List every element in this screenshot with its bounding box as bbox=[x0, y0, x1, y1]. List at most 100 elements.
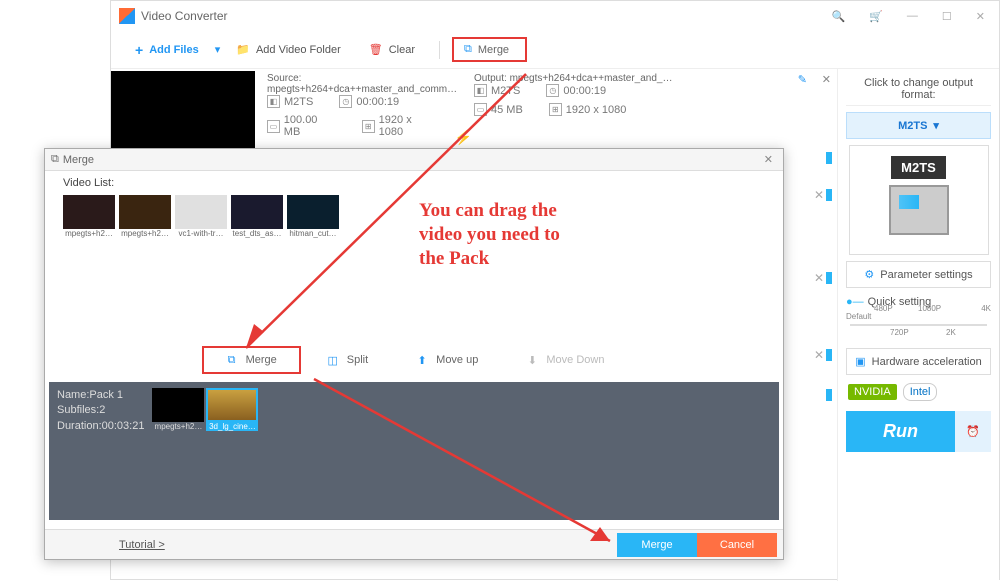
close-button[interactable]: ✕ bbox=[970, 8, 991, 25]
main-toolbar: + Add Files ▾ 📁 Add Video Folder 🗑 Clear… bbox=[111, 31, 999, 69]
search-icon[interactable]: 🔍 bbox=[826, 8, 852, 25]
merge-dialog: ⧉ Merge ✕ Video List: mpegts+h2… mpegts+… bbox=[44, 148, 784, 560]
video-list-item[interactable]: hitman_cut… bbox=[287, 195, 339, 238]
parameter-settings-button[interactable]: ⚙ Parameter settings bbox=[846, 261, 991, 288]
tick-720p: 720P bbox=[890, 328, 909, 337]
format-preview[interactable]: M2TS bbox=[849, 145, 989, 255]
hardware-acceleration-button[interactable]: ▣ Hardware acceleration bbox=[846, 348, 991, 375]
format-selector[interactable]: M2TS ▾ bbox=[846, 112, 991, 139]
source-resolution: 1920 x 1080 bbox=[379, 114, 438, 138]
edit-output-icon[interactable]: ✎ bbox=[798, 73, 807, 86]
clear-button[interactable]: 🗑 Clear bbox=[357, 39, 427, 60]
folder-icon: 📁 bbox=[236, 43, 250, 56]
split-icon: ◫ bbox=[327, 354, 339, 366]
pack-split-label: Split bbox=[347, 354, 368, 366]
video-list-item[interactable]: vc1-with-tr… bbox=[175, 195, 227, 238]
list-stripe bbox=[826, 389, 832, 401]
add-folder-button[interactable]: 📁 Add Video Folder bbox=[224, 39, 353, 60]
merge-icon: ⧉ bbox=[464, 43, 472, 56]
merge-icon: ⧉ bbox=[226, 354, 238, 366]
arrow-down-icon: ⬇ bbox=[526, 354, 538, 366]
pack-drop-area[interactable] bbox=[49, 440, 779, 520]
remove-row-icon[interactable]: ✕ bbox=[814, 271, 824, 285]
remove-row-icon[interactable]: ✕ bbox=[814, 348, 824, 362]
move-down-button[interactable]: ⬇ Move Down bbox=[504, 348, 626, 372]
merge-toolbar: ⧉ Merge ◫ Split ⬆ Move up ⬇ Move Down bbox=[45, 338, 783, 382]
output-resolution: 1920 x 1080 bbox=[566, 104, 627, 116]
schedule-button[interactable]: ⏰ bbox=[955, 411, 991, 452]
arrow-up-icon: ⬆ bbox=[416, 354, 428, 366]
minimize-button[interactable]: — bbox=[901, 8, 924, 24]
output-label: Output: mpegts+h264+dca++master_and_… bbox=[474, 73, 829, 84]
merge-dialog-icon: ⧉ bbox=[51, 153, 59, 166]
add-folder-label: Add Video Folder bbox=[256, 44, 341, 56]
merge-label: Merge bbox=[478, 44, 509, 56]
remove-item-icon[interactable]: ✕ bbox=[822, 73, 831, 86]
remove-row-icon[interactable]: ✕ bbox=[814, 188, 824, 202]
tick-480p: 480P bbox=[874, 304, 893, 313]
merge-dialog-title: Merge bbox=[63, 154, 94, 166]
list-stripe bbox=[826, 189, 832, 201]
plus-icon: + bbox=[135, 42, 143, 58]
output-duration: 00:00:19 bbox=[563, 85, 606, 97]
sliders-icon: ⚙ bbox=[864, 268, 874, 281]
run-button[interactable]: Run bbox=[846, 411, 955, 452]
chip-icon: ▣ bbox=[855, 355, 865, 368]
add-files-dropdown-icon[interactable]: ▾ bbox=[215, 43, 221, 56]
merge-button[interactable]: ⧉ Merge bbox=[452, 37, 527, 62]
format-value: M2TS bbox=[898, 120, 927, 132]
tutorial-link[interactable]: Tutorial > bbox=[51, 539, 165, 551]
move-up-label: Move up bbox=[436, 354, 478, 366]
clock-icon: ◷ bbox=[546, 84, 559, 97]
video-list-item[interactable]: test_dts_as… bbox=[231, 195, 283, 238]
title-bar: Video Converter 🔍 🛒 — ☐ ✕ bbox=[111, 1, 999, 31]
pack-item[interactable]: mpegts+h2… bbox=[152, 388, 204, 431]
resolution-icon: ⊞ bbox=[362, 120, 375, 133]
camcorder-icon bbox=[889, 185, 949, 235]
video-list-label: Video List: bbox=[45, 171, 783, 195]
source-size: 100.00 MB bbox=[284, 114, 336, 138]
move-down-label: Move Down bbox=[546, 354, 604, 366]
window-title: Video Converter bbox=[141, 9, 228, 23]
list-stripe bbox=[826, 152, 832, 164]
source-container: M2TS bbox=[284, 96, 313, 108]
intel-badge: Intel bbox=[903, 383, 938, 401]
container-icon: ◧ bbox=[267, 95, 280, 108]
dialog-close-button[interactable]: ✕ bbox=[760, 153, 777, 166]
video-list-item[interactable]: mpegts+h2… bbox=[119, 195, 171, 238]
clock-icon: ◷ bbox=[339, 95, 352, 108]
move-up-button[interactable]: ⬆ Move up bbox=[394, 348, 500, 372]
tick-4k: 4K bbox=[981, 304, 991, 313]
dot-icon: ●— bbox=[846, 296, 864, 308]
add-files-label: Add Files bbox=[149, 44, 199, 56]
source-label: Source: mpegts+h264+dca++master_and_comm… bbox=[267, 73, 458, 95]
output-size: 45 MB bbox=[491, 104, 523, 116]
dialog-cancel-button[interactable]: Cancel bbox=[697, 533, 777, 557]
tick-default: Default bbox=[846, 312, 871, 321]
output-format-label: Click to change output format: bbox=[846, 77, 991, 106]
pack-item-selected[interactable]: 3d_lg_cine… bbox=[206, 388, 258, 431]
tick-1080p: 1080P bbox=[918, 304, 941, 313]
cart-icon[interactable]: 🛒 bbox=[863, 8, 889, 25]
video-list-item[interactable]: mpegts+h2… bbox=[63, 195, 115, 238]
size-icon: ▭ bbox=[267, 120, 280, 133]
output-container: M2TS bbox=[491, 85, 520, 97]
instruction-annotation: You can drag thevideo you need tothe Pac… bbox=[419, 199, 560, 270]
hw-accel-label: Hardware acceleration bbox=[872, 356, 982, 368]
source-duration: 00:00:19 bbox=[356, 96, 399, 108]
param-settings-label: Parameter settings bbox=[880, 269, 972, 281]
pack-info: Name:Pack 1 Subfiles:2 Duration:00:03:21 bbox=[57, 388, 144, 434]
nvidia-badge: NVIDIA bbox=[848, 384, 897, 400]
maximize-button[interactable]: ☐ bbox=[936, 8, 958, 25]
app-logo-icon bbox=[119, 8, 135, 24]
video-list: mpegts+h2… mpegts+h2… vc1-with-tr… test_… bbox=[45, 195, 783, 238]
chevron-down-icon: ▾ bbox=[933, 119, 939, 132]
pack-split-button[interactable]: ◫ Split bbox=[305, 348, 390, 372]
quality-slider[interactable]: Default 480P 720P 1080P 2K 4K bbox=[846, 312, 991, 340]
right-panel: Click to change output format: M2TS ▾ M2… bbox=[837, 69, 999, 581]
pack-merge-button[interactable]: ⧉ Merge bbox=[202, 346, 301, 374]
add-files-button[interactable]: + Add Files bbox=[123, 38, 211, 62]
list-stripe bbox=[826, 272, 832, 284]
size-icon: ▭ bbox=[474, 103, 487, 116]
dialog-merge-button[interactable]: Merge bbox=[617, 533, 697, 557]
